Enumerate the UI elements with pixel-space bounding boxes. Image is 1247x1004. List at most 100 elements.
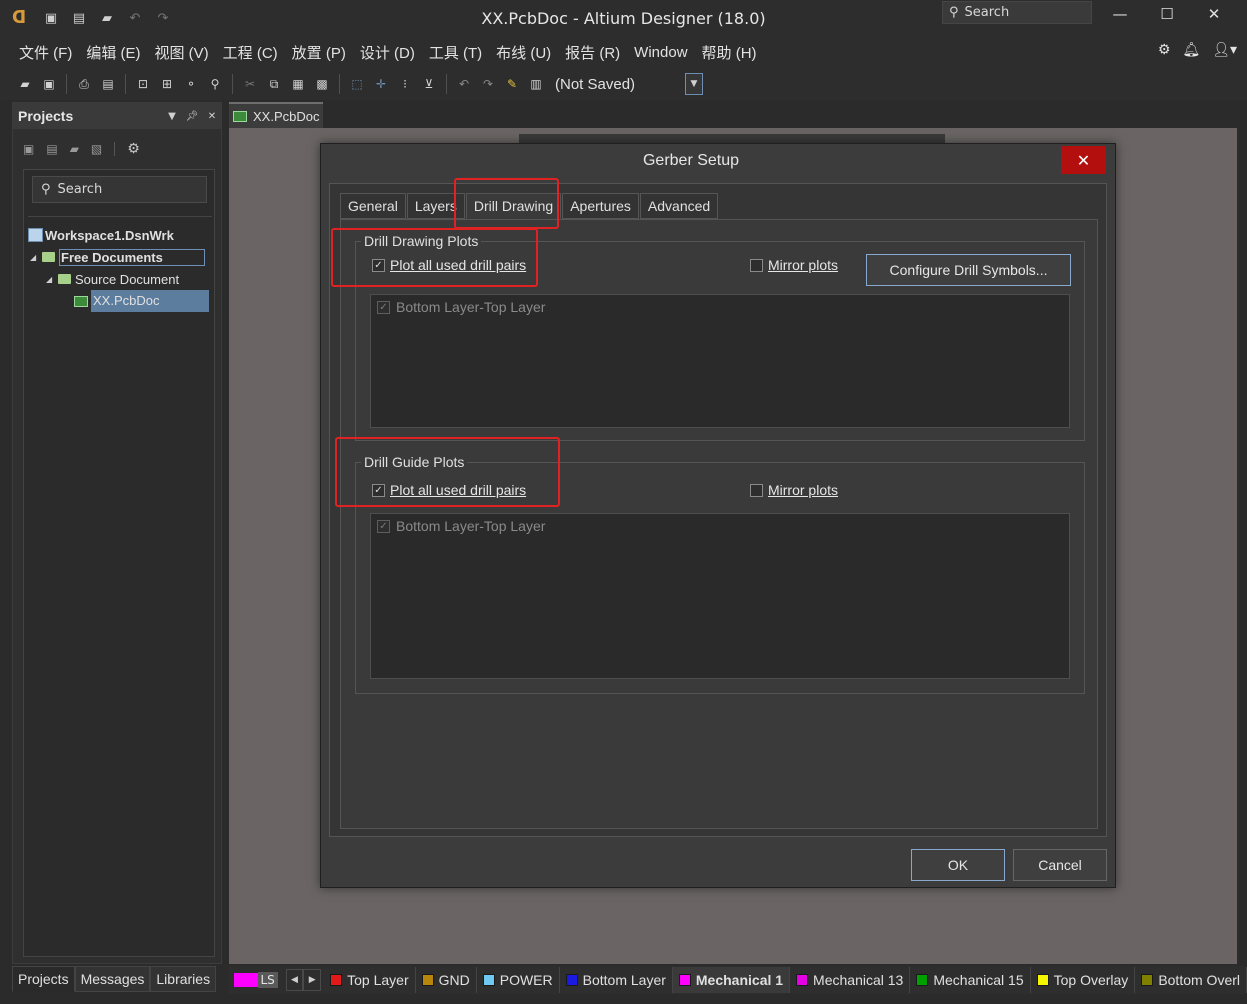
altium-logo-icon[interactable]: ᗡ — [12, 8, 30, 28]
save-icon[interactable]: ▣ — [42, 9, 60, 27]
current-layer-color-swatch[interactable] — [234, 973, 258, 987]
tab-apertures[interactable]: Apertures — [562, 193, 639, 219]
layer-tab[interactable]: GND — [416, 967, 477, 993]
close-window-button[interactable]: ✕ — [1191, 0, 1237, 28]
tab-general[interactable]: General — [340, 193, 406, 219]
dd-layer-pairs-list[interactable]: ✓ Bottom Layer-Top Layer — [370, 294, 1070, 428]
dg-mirror-checkbox-row[interactable]: Mirror plots — [750, 482, 838, 498]
rubber-stamp-icon[interactable]: ▩ — [311, 73, 333, 95]
dg-mirror-checkbox[interactable] — [750, 483, 763, 497]
panel-pin-icon[interactable]: 📌︎ — [185, 109, 199, 123]
print-preview-icon[interactable]: ▤ — [97, 73, 119, 95]
dialog-close-button[interactable]: ✕ — [1061, 146, 1106, 174]
panel-settings-gear-icon[interactable]: ⚙ — [127, 141, 140, 157]
panel-compile-icon[interactable]: ▧ — [91, 142, 102, 156]
print-icon[interactable]: ⎙ — [73, 73, 95, 95]
panel-folder-icon[interactable]: ▰ — [70, 142, 79, 156]
zoom-fit-icon[interactable]: ⊡ — [132, 73, 154, 95]
dd-layer-pair-label: Bottom Layer-Top Layer — [396, 299, 546, 315]
panel-close-icon[interactable]: ✕ — [205, 109, 219, 123]
menu-design[interactable]: 设计 (D) — [353, 42, 422, 63]
tab-layers[interactable]: Layers — [406, 193, 465, 219]
copy-icon[interactable]: ⧉ — [263, 73, 285, 95]
layer-tab[interactable]: Top Layer — [324, 967, 416, 993]
panel-copy-icon[interactable]: ▤ — [46, 142, 57, 156]
tab-drill-drawing[interactable]: Drill Drawing — [465, 193, 562, 219]
notifications-bell-icon[interactable]: 🔔︎ — [1182, 42, 1200, 58]
user-account-icon[interactable]: 👤︎▾ — [1212, 42, 1237, 58]
deselect-icon[interactable]: ⁝ — [394, 73, 416, 95]
zoom-filtered-icon[interactable]: ⚲ — [204, 73, 226, 95]
menu-view[interactable]: 视图 (V) — [148, 42, 216, 63]
layer-scroll-right-icon[interactable]: ▶ — [303, 969, 321, 991]
layer-tab[interactable]: POWER — [477, 967, 560, 993]
document-tab[interactable]: XX.PcbDoc — [229, 102, 323, 128]
crosshair-icon[interactable]: ✎ — [501, 73, 523, 95]
ok-button[interactable]: OK — [911, 849, 1005, 881]
layer-tab-label: Mechanical 1 — [695, 972, 784, 988]
tree-workspace[interactable]: Workspace1.DsnWrk — [28, 224, 174, 246]
menu-edit[interactable]: 编辑 (E) — [79, 42, 147, 63]
layer-tab[interactable]: Mechanical 15 — [910, 967, 1031, 993]
settings-gear-icon[interactable]: ⚙ — [1158, 42, 1171, 58]
select-area-icon[interactable]: ⬚ — [346, 73, 368, 95]
place-component-icon[interactable]: ▥ — [525, 73, 547, 95]
open-folder-icon[interactable]: ▰ — [98, 9, 116, 27]
undo-icon[interactable]: ↶ — [126, 9, 144, 27]
dd-plot-all-checkbox[interactable]: ✓ — [372, 258, 385, 272]
menu-route[interactable]: 布线 (U) — [489, 42, 558, 63]
dd-mirror-checkbox-row[interactable]: Mirror plots — [750, 257, 838, 273]
tab-libraries[interactable]: Libraries — [150, 966, 217, 992]
tab-advanced[interactable]: Advanced — [639, 193, 719, 219]
save-all-icon[interactable]: ▤ — [70, 9, 88, 27]
dg-plot-all-checkbox[interactable]: ✓ — [372, 483, 385, 497]
cut-icon[interactable]: ✂ — [239, 73, 261, 95]
save-document-icon[interactable]: ▣ — [38, 73, 60, 95]
panel-save-icon[interactable]: ▣ — [23, 142, 34, 156]
layer-tab[interactable]: Bottom Overl — [1135, 967, 1247, 993]
redo-icon[interactable]: ↷ — [154, 9, 172, 27]
dg-layer-pairs-list[interactable]: ✓ Bottom Layer-Top Layer — [370, 513, 1070, 679]
layer-color-swatch — [678, 974, 691, 986]
collapse-icon[interactable]: ◢ — [46, 275, 58, 284]
zoom-selected-icon[interactable]: ⚬ — [180, 73, 202, 95]
menu-reports[interactable]: 报告 (R) — [558, 42, 627, 63]
maximize-button[interactable]: ☐ — [1144, 0, 1190, 28]
dg-plot-all-checkbox-row[interactable]: ✓ Plot all used drill pairs — [372, 482, 526, 498]
project-search-input[interactable]: ⚲ Search — [32, 176, 207, 203]
layer-tab[interactable]: Mechanical 1 — [672, 967, 791, 993]
clear-filter-icon[interactable]: ⊻ — [418, 73, 440, 95]
toolbar-redo-icon[interactable]: ↷ — [477, 73, 499, 95]
menu-file[interactable]: 文件 (F) — [12, 42, 79, 63]
dd-plot-all-checkbox-row[interactable]: ✓ Plot all used drill pairs — [372, 257, 526, 273]
layer-scroll-left-icon[interactable]: ◀ — [285, 969, 304, 991]
zoom-area-icon[interactable]: ⊞ — [156, 73, 178, 95]
global-search-box[interactable]: ⚲ Search — [942, 1, 1092, 24]
dd-mirror-checkbox[interactable] — [750, 258, 763, 272]
configure-drill-symbols-button[interactable]: Configure Drill Symbols... — [866, 254, 1071, 286]
variant-dropdown-button[interactable]: ▼ — [685, 73, 703, 95]
menu-project[interactable]: 工程 (C) — [216, 42, 285, 63]
tab-projects[interactable]: Projects — [12, 966, 75, 992]
layer-tab[interactable]: Bottom Layer — [560, 967, 673, 993]
menu-help[interactable]: 帮助 (H) — [695, 42, 764, 63]
menu-window[interactable]: Window — [627, 44, 694, 61]
toolbar-undo-icon[interactable]: ↶ — [453, 73, 475, 95]
menu-tools[interactable]: 工具 (T) — [422, 42, 489, 63]
collapse-icon[interactable]: ◢ — [30, 253, 42, 262]
move-selection-icon[interactable]: ✛ — [370, 73, 392, 95]
menu-place[interactable]: 放置 (P) — [285, 42, 353, 63]
tab-messages[interactable]: Messages — [74, 966, 151, 992]
tree-document[interactable]: XX.PcbDoc — [74, 290, 209, 312]
panel-menu-dropdown-icon[interactable]: ▼ — [165, 109, 179, 123]
tree-project[interactable]: ◢ Free Documents — [30, 246, 205, 268]
paste-icon[interactable]: ▦ — [287, 73, 309, 95]
tree-project-label: Free Documents — [59, 248, 205, 266]
layer-tab[interactable]: Mechanical 13 — [790, 967, 911, 993]
layer-set-button[interactable]: LS — [257, 972, 278, 988]
layer-tab[interactable]: Top Overlay — [1031, 967, 1136, 993]
cancel-button[interactable]: Cancel — [1013, 849, 1107, 881]
minimize-button[interactable]: — — [1097, 0, 1143, 28]
open-document-icon[interactable]: ▰ — [14, 73, 36, 95]
tree-folder[interactable]: ◢ Source Document — [46, 268, 179, 290]
